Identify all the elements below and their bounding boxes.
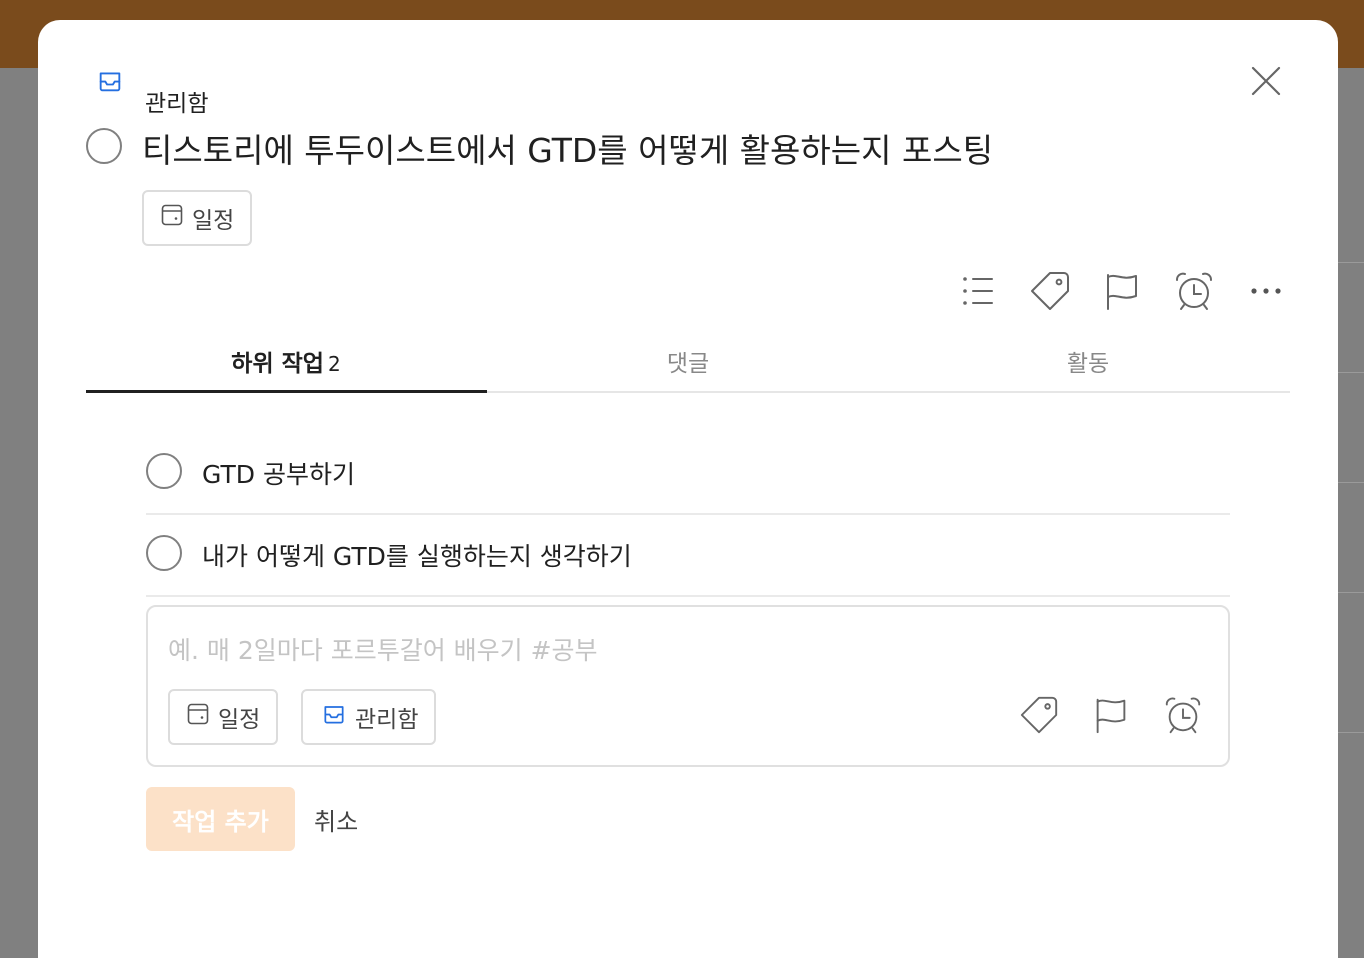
breadcrumb-project[interactable]: 관리함: [145, 84, 208, 118]
subtask-checkbox[interactable]: [146, 535, 182, 571]
task-title[interactable]: 티스토리에 투두이스트에서 GTD를 어떻게 활용하는지 포스팅: [142, 124, 993, 172]
label-tag-icon[interactable]: [1028, 269, 1072, 313]
calendar-icon: [186, 702, 210, 732]
tab-subtasks[interactable]: 하위 작업 2: [86, 344, 486, 378]
tab-comments-label: 댓글: [666, 351, 710, 377]
reminder-alarm-icon[interactable]: [1172, 269, 1216, 313]
tab-activity-label: 활동: [1066, 351, 1110, 377]
schedule-button[interactable]: 일정: [142, 190, 253, 246]
task-name-input[interactable]: 예. 매 2일마다 포르투갈어 배우기 #공부: [168, 631, 598, 667]
background-row-divider: [1338, 372, 1364, 373]
calendar-icon: [160, 203, 184, 233]
subtask-checkbox[interactable]: [146, 453, 182, 489]
cancel-button[interactable]: 취소: [314, 787, 358, 851]
schedule-label: 일정: [192, 208, 235, 234]
tab-subtasks-count: 2: [327, 352, 341, 376]
label-tag-icon[interactable]: [1018, 694, 1060, 736]
tab-subtasks-label: 하위 작업: [231, 351, 324, 377]
editor-schedule-label: 일정: [218, 707, 261, 733]
more-icon[interactable]: [1244, 269, 1288, 313]
editor-project-label: 관리함: [355, 707, 419, 733]
subtask-divider: [146, 513, 1230, 515]
editor-project-button[interactable]: 관리함: [301, 689, 437, 745]
tab-activity[interactable]: 활동: [888, 344, 1288, 378]
subtask-divider: [146, 595, 1230, 597]
background-row-divider: [1338, 732, 1364, 733]
priority-flag-icon[interactable]: [1100, 269, 1144, 313]
close-icon[interactable]: [1248, 63, 1284, 99]
add-subtask-editor: 예. 매 2일마다 포르투갈어 배우기 #공부 일정 관리함: [146, 605, 1230, 767]
reminder-alarm-icon[interactable]: [1162, 694, 1204, 736]
priority-flag-icon[interactable]: [1090, 694, 1132, 736]
inbox-icon: [321, 701, 347, 733]
editor-schedule-button[interactable]: 일정: [168, 689, 279, 745]
background-row-divider: [1338, 592, 1364, 593]
task-complete-checkbox[interactable]: [86, 128, 122, 164]
subtasks-list-icon[interactable]: [956, 269, 1000, 313]
task-detail-modal: 관리함 티스토리에 투두이스트에서 GTD를 어떻게 활용하는지 포스팅 일정: [38, 20, 1338, 958]
inbox-icon: [96, 67, 124, 95]
background-row-divider: [1338, 262, 1364, 263]
active-tab-indicator: [86, 390, 487, 393]
subtask-title[interactable]: GTD 공부하기: [202, 455, 355, 491]
tab-comments[interactable]: 댓글: [488, 344, 888, 378]
subtask-title[interactable]: 내가 어떻게 GTD를 실행하는지 생각하기: [202, 537, 632, 573]
add-task-button[interactable]: 작업 추가: [146, 787, 295, 851]
background-row-divider: [1338, 482, 1364, 483]
